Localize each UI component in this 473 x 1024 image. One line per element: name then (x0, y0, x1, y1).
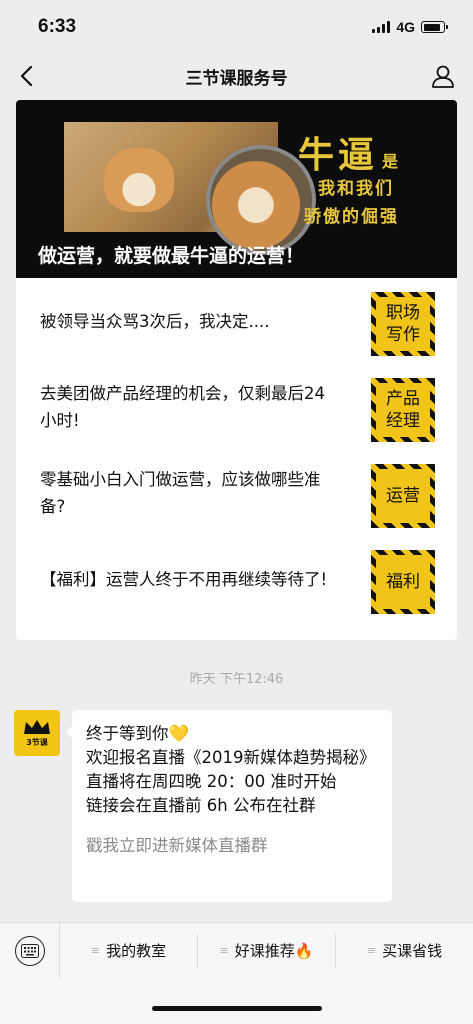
chevron-left-icon (20, 65, 33, 87)
menu-item-label: 买课省钱 (382, 942, 443, 960)
banner-line1: 我和我们 (318, 179, 394, 199)
banner-line2: 骄傲的倔强 (304, 207, 399, 227)
greeting-text: 终于等到你 (86, 724, 169, 743)
menu-item-label: 我的教室 (106, 942, 167, 960)
battery-fill (423, 23, 440, 31)
signal-icon (372, 21, 391, 33)
keyboard-icon (14, 935, 45, 966)
menu-item-save-money[interactable]: ≡ 买课省钱 (336, 934, 473, 968)
article-item[interactable]: 去美团做产品经理的机会，仅剩最后24小时! 产品经理 (16, 364, 457, 450)
thumbnail-label: 福利 (376, 555, 430, 609)
article-thumbnail: 产品经理 (371, 378, 435, 442)
page-title: 三节课服务号 (185, 68, 288, 89)
crown-icon (24, 720, 50, 734)
banner-big-text: 牛逼 (298, 134, 379, 176)
message-line3: 直播将在周四晚 20：00 准时开始 (86, 772, 337, 791)
article-thumbnail: 福利 (371, 550, 435, 614)
status-time: 6:33 (38, 16, 77, 37)
menu-item-recommended[interactable]: ≡ 好课推荐🔥 (198, 933, 336, 968)
menu-list-icon: ≡ (90, 944, 101, 957)
network-label: 4G (396, 19, 415, 35)
article-thumbnail: 运营 (371, 464, 435, 528)
avatar-text: 3节课 (26, 738, 48, 747)
article-thumbnail: 职场写作 (371, 292, 435, 356)
article-card: 牛逼 是 我和我们 骄傲的倔强 做运营，就要做最牛逼的运营！ 被领导当众骂3次后… (16, 100, 457, 640)
person-icon (432, 65, 454, 88)
banner-shi-text: 是 (382, 152, 399, 171)
banner-article[interactable]: 牛逼 是 我和我们 骄傲的倔强 做运营，就要做最牛逼的运营！ (16, 100, 457, 278)
article-title: 去美团做产品经理的机会，仅剩最后24小时! (40, 384, 325, 430)
banner-caption: 做运营，就要做最牛逼的运营！ (38, 245, 305, 267)
battery-icon (421, 21, 448, 33)
home-indicator[interactable] (152, 1006, 322, 1011)
article-item[interactable]: 零基础小白入门做运营，应该做哪些准备? 运营 (16, 450, 457, 536)
menu-item-label: 好课推荐🔥 (234, 942, 314, 960)
heart-icon: 💛 (168, 724, 190, 743)
profile-button[interactable] (429, 62, 457, 90)
article-title: 零基础小白入门做运营，应该做哪些准备? (40, 470, 321, 516)
back-button[interactable] (14, 62, 42, 90)
bottom-menu: ≡ 我的教室 ≡ 好课推荐🔥 ≡ 买课省钱 (0, 922, 473, 979)
avatar[interactable]: 3节课 (14, 710, 60, 756)
keyboard-toggle-button[interactable] (0, 922, 60, 979)
thumbnail-label: 产品经理 (376, 383, 430, 437)
thumbnail-label: 职场写作 (376, 297, 430, 351)
message-line2: 欢迎报名直播《2019新媒体趋势揭秘》 (86, 748, 376, 767)
status-indicators: 4G (372, 19, 448, 35)
menu-item-my-classroom[interactable]: ≡ 我的教室 (60, 933, 198, 968)
menu-list-icon: ≡ (219, 944, 229, 957)
join-group-link[interactable]: 戳我立即进新媒体直播群 (86, 834, 378, 858)
message-bubble: 终于等到你💛 欢迎报名直播《2019新媒体趋势揭秘》 直播将在周四晚 20：00… (66, 710, 392, 902)
message-timestamp: 昨天 下午12:46 (189, 672, 284, 687)
message-line1: 终于等到你💛 (86, 722, 378, 746)
thumbnail-label: 运营 (376, 469, 430, 523)
menu-list-icon: ≡ (366, 944, 377, 957)
nav-bar: 三节课服务号 (0, 54, 473, 98)
article-item[interactable]: 被领导当众骂3次后，我决定.... 职场写作 (16, 278, 457, 364)
status-bar: 6:33 4G (0, 0, 473, 54)
home-indicator-area (0, 978, 473, 1024)
message-line4: 链接会在直播前 6h 公布在社群 (86, 796, 316, 815)
article-title: 被领导当众骂3次后，我决定.... (40, 311, 270, 331)
article-title: 【福利】运营人终于不用再继续等待了! (40, 569, 328, 589)
article-item[interactable]: 【福利】运营人终于不用再继续等待了! 福利 (16, 536, 457, 622)
article-list: 被领导当众骂3次后，我决定.... 职场写作 去美团做产品经理的机会，仅剩最后2… (16, 278, 457, 622)
